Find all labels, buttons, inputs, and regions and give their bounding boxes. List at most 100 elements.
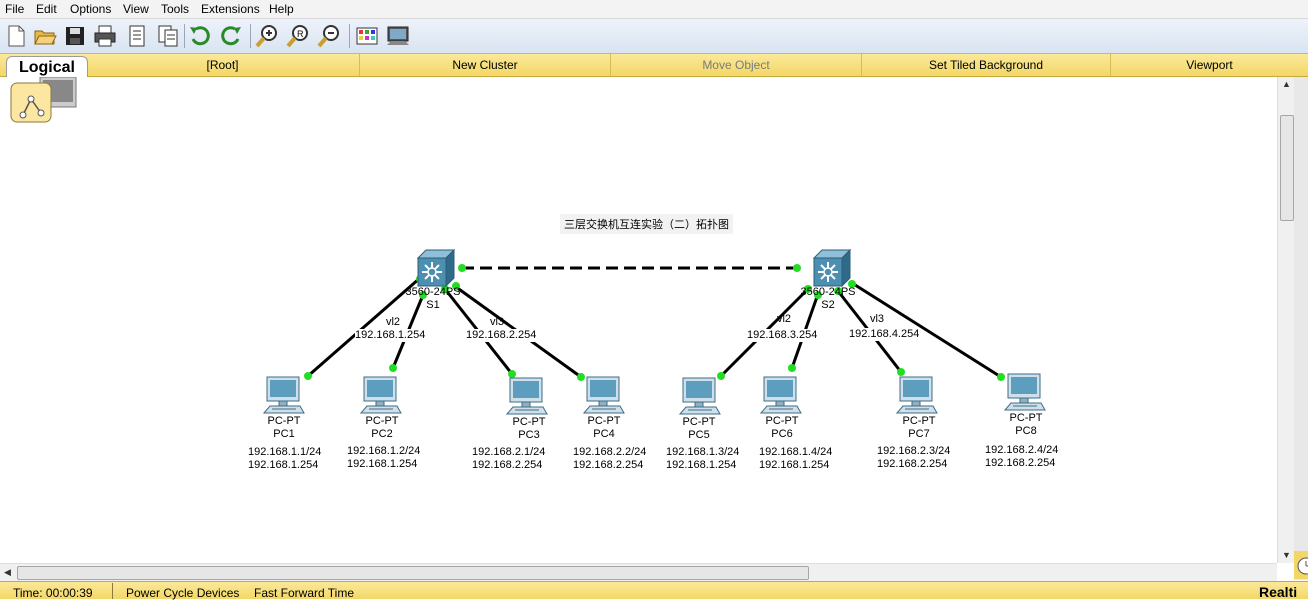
set-tiled-background-button[interactable]: Set Tiled Background xyxy=(862,54,1111,76)
zoom-reset-icon[interactable]: R xyxy=(285,23,311,49)
vlan-ip-label: 192.168.3.254 xyxy=(747,329,818,342)
print-icon[interactable] xyxy=(92,23,118,49)
vertical-scrollbar[interactable]: ▲ ▼ xyxy=(1277,77,1295,563)
pc8-icon[interactable] xyxy=(1003,373,1046,411)
pc6-name: PC6 xyxy=(771,428,793,440)
switch-s2-model: 3560-24PS xyxy=(800,286,856,298)
workspace-bar: [Root] New Cluster Move Object Set Tiled… xyxy=(0,54,1308,77)
link-light xyxy=(389,364,397,372)
link-light xyxy=(508,370,516,378)
pc3-type: PC-PT xyxy=(512,416,546,428)
main-toolbar: R xyxy=(0,19,1308,54)
right-side-panel xyxy=(1294,77,1308,580)
vlan-ip-label: 192.168.4.254 xyxy=(849,328,920,341)
pc4-type: PC-PT xyxy=(587,415,621,427)
pc6-icon[interactable] xyxy=(759,376,802,414)
pc5-ip: 192.168.1.3/24 xyxy=(666,446,740,459)
menu-options[interactable]: Options xyxy=(70,2,111,16)
switch-s1-icon[interactable] xyxy=(416,248,456,288)
pc7-gateway: 192.168.2.254 xyxy=(877,458,948,471)
pc8-gateway: 192.168.2.254 xyxy=(985,457,1056,470)
pc7-name: PC7 xyxy=(908,428,930,440)
vlan-label: vl3 xyxy=(869,313,885,325)
vertical-scroll-thumb[interactable] xyxy=(1280,115,1294,221)
pc1-name: PC1 xyxy=(273,428,295,440)
pc5-gateway: 192.168.1.254 xyxy=(666,459,737,472)
menu-file[interactable]: File xyxy=(5,2,24,16)
pc1-type: PC-PT xyxy=(267,415,301,427)
pc7-icon[interactable] xyxy=(895,376,938,414)
new-file-icon[interactable] xyxy=(3,23,29,49)
pc8-type: PC-PT xyxy=(1009,412,1043,424)
new-cluster-button[interactable]: New Cluster xyxy=(360,54,611,76)
menu-bar: File Edit Options View Tools Extensions … xyxy=(0,0,1308,19)
pc4-gateway: 192.168.2.254 xyxy=(573,459,644,472)
pc4-ip: 192.168.2.2/24 xyxy=(573,446,647,459)
vlan-ip-label: 192.168.2.254 xyxy=(466,329,537,342)
menu-help[interactable]: Help xyxy=(269,2,294,16)
link-light xyxy=(788,364,796,372)
link-light xyxy=(897,368,905,376)
scroll-left-icon[interactable]: ◀ xyxy=(4,567,11,578)
pc2-name: PC2 xyxy=(371,428,393,440)
viewport-button[interactable]: Viewport xyxy=(1111,54,1308,76)
switch-s2-name: S2 xyxy=(821,299,835,311)
redo-icon[interactable] xyxy=(218,23,244,49)
menu-extensions[interactable]: Extensions xyxy=(201,2,260,16)
tab-logical-label: Logical xyxy=(18,59,75,76)
pc3-name: PC3 xyxy=(518,429,540,441)
topology-diagram xyxy=(262,248,1046,415)
clock-icon[interactable] xyxy=(1294,551,1308,579)
pc5-name: PC5 xyxy=(688,429,710,441)
pc6-gateway: 192.168.1.254 xyxy=(759,459,830,472)
root-button[interactable]: [Root] xyxy=(86,54,360,76)
pc2-gateway: 192.168.1.254 xyxy=(347,458,418,471)
copy-icon[interactable] xyxy=(155,23,181,49)
menu-view[interactable]: View xyxy=(123,2,149,16)
link-status-lights xyxy=(304,264,1005,381)
pc3-ip: 192.168.2.1/24 xyxy=(472,446,546,459)
save-icon[interactable] xyxy=(62,23,88,49)
horizontal-scrollbar[interactable]: ◀ xyxy=(0,563,1277,581)
pc5-type: PC-PT xyxy=(682,416,716,428)
pc6-ip: 192.168.1.4/24 xyxy=(759,446,833,459)
palette-icon[interactable] xyxy=(354,23,380,49)
switch-s2-icon[interactable] xyxy=(812,248,852,288)
pc8-ip: 192.168.2.4/24 xyxy=(985,444,1059,457)
logical-workspace-canvas[interactable]: 三层交换机互连实验（二）拓扑图 3560-24PS S1 3560-24PS S… xyxy=(0,77,1277,563)
vlan-label: vl3 xyxy=(489,316,505,328)
menu-tools[interactable]: Tools xyxy=(161,2,189,16)
activity-wizard-icon[interactable] xyxy=(124,23,150,49)
pc1-gateway: 192.168.1.254 xyxy=(248,459,319,472)
menu-edit[interactable]: Edit xyxy=(36,2,57,16)
vlan-label: vl2 xyxy=(385,316,401,328)
pc1-icon[interactable] xyxy=(262,376,305,414)
pc2-ip: 192.168.1.2/24 xyxy=(347,445,421,458)
scroll-down-icon[interactable]: ▼ xyxy=(1282,550,1291,560)
switch-s1-model: 3560-24PS xyxy=(405,286,461,298)
pc2-type: PC-PT xyxy=(365,415,399,427)
scroll-up-icon[interactable]: ▲ xyxy=(1282,79,1291,89)
pc1-ip: 192.168.1.1/24 xyxy=(248,446,322,459)
link-light xyxy=(577,373,585,381)
undo-icon[interactable] xyxy=(187,23,213,49)
move-object-button[interactable]: Move Object xyxy=(611,54,862,76)
link-light xyxy=(458,264,466,272)
zoom-out-icon[interactable] xyxy=(316,23,342,49)
link-light xyxy=(304,372,312,380)
horizontal-scroll-thumb[interactable] xyxy=(17,566,809,580)
pc2-icon[interactable] xyxy=(359,376,402,414)
pc3-icon[interactable] xyxy=(505,377,548,415)
pc6-type: PC-PT xyxy=(765,415,799,427)
pc5-icon[interactable] xyxy=(678,377,721,415)
custom-device-icon[interactable] xyxy=(385,23,411,49)
diagram-title: 三层交换机互连实验（二）拓扑图 xyxy=(560,214,733,234)
pc8-name: PC8 xyxy=(1015,425,1037,437)
pc4-icon[interactable] xyxy=(582,376,625,414)
pc4-name: PC4 xyxy=(593,428,615,440)
pc3-gateway: 192.168.2.254 xyxy=(472,459,543,472)
link-light xyxy=(717,372,725,380)
svg-text:R: R xyxy=(297,29,304,39)
open-folder-icon[interactable] xyxy=(32,23,58,49)
zoom-in-icon[interactable] xyxy=(254,23,280,49)
